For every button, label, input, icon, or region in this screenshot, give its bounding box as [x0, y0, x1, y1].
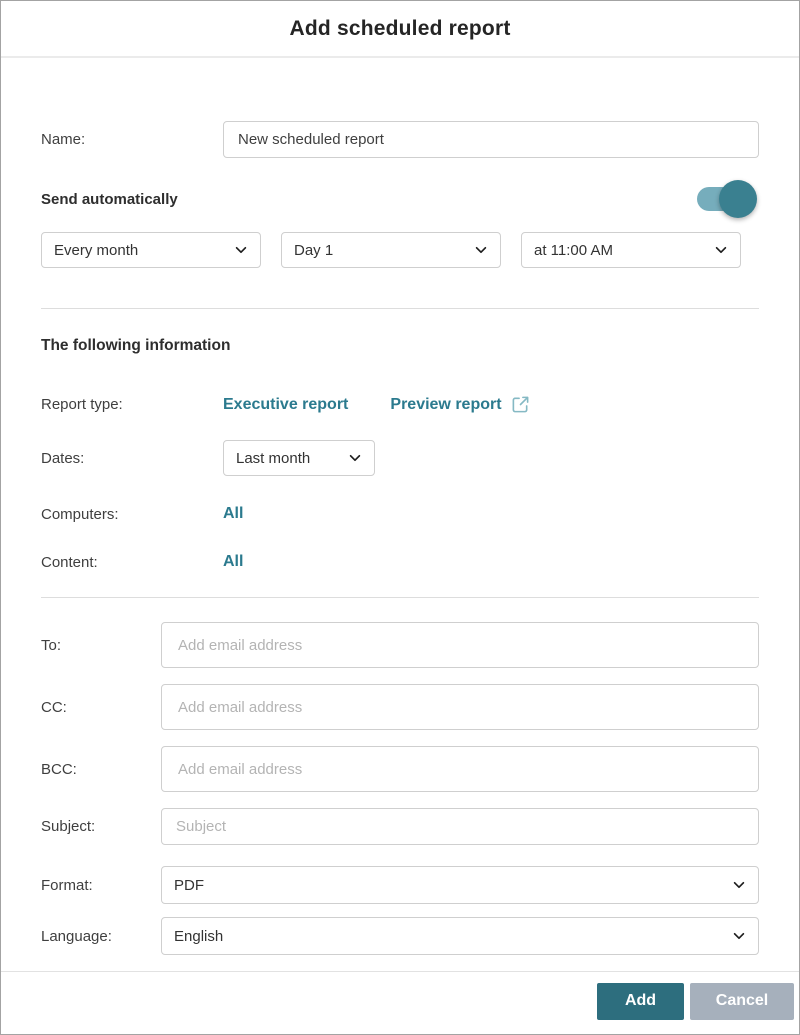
language-select[interactable]: English [161, 917, 759, 955]
cc-label: CC: [41, 699, 161, 716]
subject-row: Subject: [41, 808, 759, 845]
dates-label: Dates: [41, 450, 223, 467]
language-select-value: English [174, 928, 223, 945]
time-select[interactable]: at 11:00 AM [521, 232, 741, 268]
cc-row: CC: [41, 684, 759, 730]
report-type-row: Report type: Executive report Preview re… [41, 395, 759, 414]
language-label: Language: [41, 928, 161, 945]
dates-select[interactable]: Last month [223, 440, 375, 476]
name-label: Name: [41, 131, 223, 148]
cancel-button[interactable]: Cancel [690, 983, 794, 1020]
send-automatically-label: Send automatically [41, 191, 178, 208]
report-type-links: Executive report Preview report [223, 395, 530, 414]
language-row: Language: English [41, 917, 759, 955]
bcc-row: BCC: [41, 746, 759, 792]
to-input[interactable] [161, 622, 759, 668]
chevron-down-icon [732, 878, 746, 892]
divider [41, 308, 759, 309]
name-row: Name: [41, 121, 759, 158]
content-label: Content: [41, 554, 223, 571]
preview-report-link[interactable]: Preview report [390, 395, 529, 414]
computers-all-link-label: All [223, 505, 243, 523]
time-select-value: at 11:00 AM [534, 242, 613, 259]
chevron-down-icon [234, 243, 248, 257]
computers-label: Computers: [41, 506, 223, 523]
send-automatically-row: Send automatically [41, 180, 759, 218]
section-heading: The following information [41, 337, 759, 355]
computers-row: Computers: All [41, 504, 759, 524]
external-link-icon [511, 395, 530, 414]
bcc-label: BCC: [41, 761, 161, 778]
subject-input[interactable] [161, 808, 759, 845]
executive-report-link[interactable]: Executive report [223, 396, 348, 414]
divider [41, 597, 759, 598]
computers-all-link[interactable]: All [223, 505, 243, 523]
toggle-knob [719, 180, 757, 218]
content-all-link[interactable]: All [223, 553, 243, 571]
send-automatically-toggle[interactable] [697, 180, 757, 218]
add-scheduled-report-dialog: Add scheduled report Name: Send automati… [0, 0, 800, 1035]
chevron-down-icon [474, 243, 488, 257]
dialog-header: Add scheduled report [1, 1, 799, 58]
day-select[interactable]: Day 1 [281, 232, 501, 268]
schedule-selects-row: Every month Day 1 at 11:00 AM [41, 232, 759, 268]
executive-report-link-label: Executive report [223, 396, 348, 414]
dialog-title: Add scheduled report [289, 17, 510, 41]
format-select-value: PDF [174, 877, 204, 894]
content-all-link-label: All [223, 553, 243, 571]
dates-row: Dates: Last month [41, 440, 759, 476]
to-row: To: [41, 622, 759, 668]
report-type-label: Report type: [41, 396, 223, 413]
dialog-body: Name: Send automatically Every month Day… [1, 58, 799, 971]
add-button[interactable]: Add [597, 983, 684, 1020]
preview-report-link-label: Preview report [390, 396, 501, 414]
content-row: Content: All [41, 552, 759, 572]
format-select[interactable]: PDF [161, 866, 759, 904]
subject-label: Subject: [41, 818, 161, 835]
cc-input[interactable] [161, 684, 759, 730]
format-label: Format: [41, 877, 161, 894]
chevron-down-icon [732, 929, 746, 943]
bcc-input[interactable] [161, 746, 759, 792]
chevron-down-icon [714, 243, 728, 257]
name-input[interactable] [223, 121, 759, 158]
dialog-footer: Add Cancel [1, 971, 799, 1034]
day-select-value: Day 1 [294, 242, 333, 259]
dates-select-value: Last month [236, 450, 310, 467]
frequency-select[interactable]: Every month [41, 232, 261, 268]
to-label: To: [41, 637, 161, 654]
chevron-down-icon [348, 451, 362, 465]
format-row: Format: PDF [41, 866, 759, 904]
frequency-select-value: Every month [54, 242, 138, 259]
